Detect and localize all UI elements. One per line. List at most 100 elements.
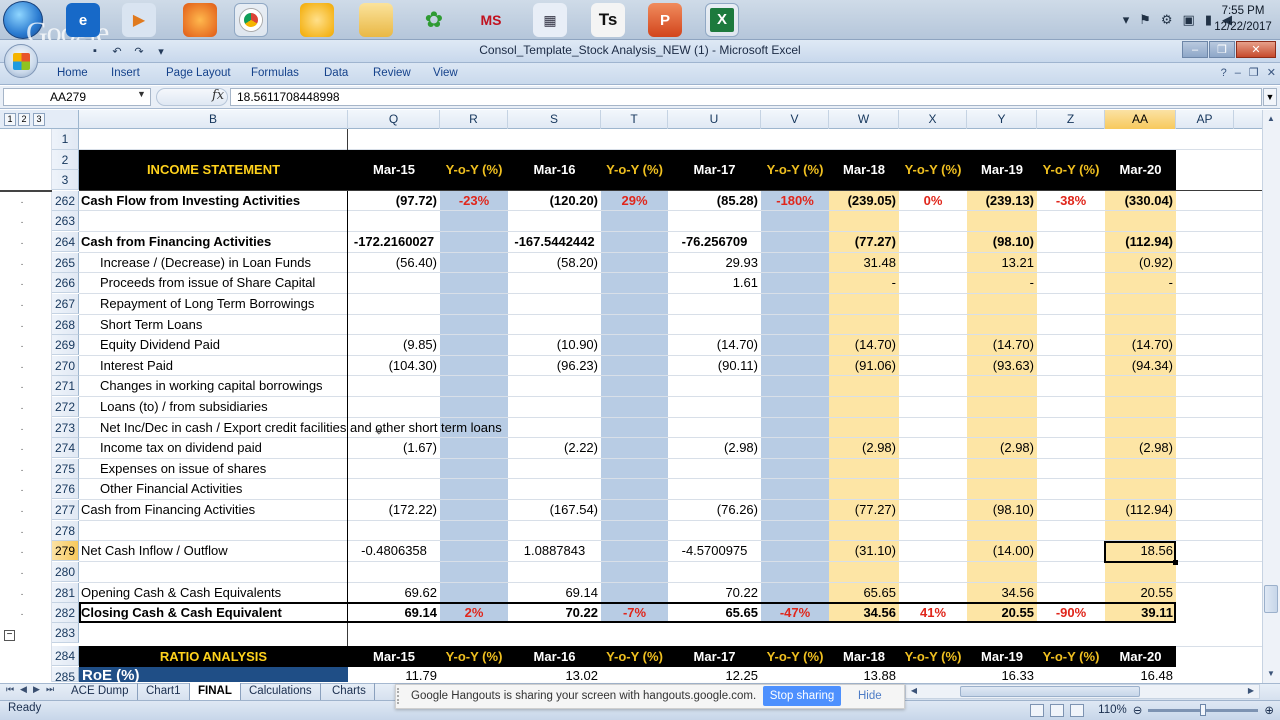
ms-app-icon[interactable]: MS [474, 3, 508, 37]
chrome-icon[interactable] [234, 3, 268, 37]
row-279-label[interactable]: Net Cash Inflow / Outflow [79, 541, 347, 561]
row-281-col-aa[interactable]: 20.55 [1105, 583, 1176, 603]
row-267-col-v[interactable] [761, 294, 829, 314]
network-icon[interactable]: ⚙ [1161, 12, 1173, 28]
row-266-label[interactable]: Proceeds from issue of Share Capital [79, 273, 347, 293]
row-262-col-q[interactable]: (97.72) [348, 191, 440, 211]
row-265-col-z[interactable] [1037, 253, 1105, 273]
row-272-label[interactable]: Loans (to) / from subsidiaries [79, 397, 347, 417]
row-267-col-q[interactable] [348, 294, 440, 314]
row-277-col-aa[interactable]: (112.94) [1105, 500, 1176, 520]
formula-input[interactable]: 18.5611708448998 [230, 88, 1262, 106]
row-275-col-w[interactable] [829, 459, 899, 479]
row-265-col-r[interactable] [440, 253, 508, 273]
scroll-up-icon[interactable]: ▲ [1263, 112, 1279, 126]
row-281-col-y[interactable]: 34.56 [967, 583, 1037, 603]
worksheet-grid[interactable]: INCOME STATEMENT Mar-15 Y-o-Y (%) Mar-16… [79, 129, 1262, 682]
row-268-col-aa[interactable] [1105, 315, 1176, 335]
row-265-col-y[interactable]: 13.21 [967, 253, 1037, 273]
outline-level-3[interactable]: 3 [33, 113, 45, 126]
row-279-col-x[interactable] [899, 541, 967, 561]
row-269-col-u[interactable]: (14.70) [668, 335, 761, 355]
row-273-col-z[interactable] [1037, 418, 1105, 438]
workbook-restore-icon[interactable]: ❐ [1249, 66, 1259, 79]
row-267-col-t[interactable] [601, 294, 668, 314]
column-header-x[interactable]: X [899, 110, 967, 129]
row-266-col-v[interactable] [761, 273, 829, 293]
row-282-col-s[interactable]: 70.22 [508, 603, 601, 623]
row-273-col-y[interactable] [967, 418, 1037, 438]
row-264-col-w[interactable]: (77.27) [829, 232, 899, 252]
row-279-col-y[interactable]: (14.00) [967, 541, 1037, 561]
row-272-col-s[interactable] [508, 397, 601, 417]
row-277-col-s[interactable]: (167.54) [508, 500, 601, 520]
row-279-col-q[interactable]: -0.4806358 [348, 541, 440, 561]
column-header-u[interactable]: U [668, 110, 761, 129]
name-box[interactable]: AA279 [3, 88, 151, 106]
row-282-label[interactable]: Closing Cash & Cash Equivalent [79, 603, 347, 623]
row-263-col-y[interactable] [967, 211, 1037, 231]
row-264-col-r[interactable] [440, 232, 508, 252]
tab-review[interactable]: Review [373, 67, 411, 79]
row-266-col-w[interactable]: - [829, 273, 899, 293]
scroll-right-icon[interactable]: ▶ [1243, 685, 1259, 697]
row-262-col-z[interactable]: -38% [1037, 191, 1105, 211]
row-271-col-w[interactable] [829, 376, 899, 396]
row-269-col-r[interactable] [440, 335, 508, 355]
row-278-col-w[interactable] [829, 521, 899, 541]
row-268-col-y[interactable] [967, 315, 1037, 335]
row-266-col-x[interactable] [899, 273, 967, 293]
tab-page-layout[interactable]: Page Layout [166, 67, 231, 79]
row-273-col-w[interactable] [829, 418, 899, 438]
row-268-col-z[interactable] [1037, 315, 1105, 335]
row-272-col-x[interactable] [899, 397, 967, 417]
row-275-col-t[interactable] [601, 459, 668, 479]
row-262-col-x[interactable]: 0% [899, 191, 967, 211]
row-273-col-q[interactable] [348, 418, 440, 438]
row-267-col-u[interactable] [668, 294, 761, 314]
stop-sharing-button[interactable]: Stop sharing [763, 686, 841, 706]
row-275-col-u[interactable] [668, 459, 761, 479]
row-282-col-y[interactable]: 20.55 [967, 603, 1037, 623]
outline-level-1[interactable]: 1 [4, 113, 16, 126]
row-272-col-w[interactable] [829, 397, 899, 417]
row-269-label[interactable]: Equity Dividend Paid [79, 335, 347, 355]
row-274-col-x[interactable] [899, 438, 967, 458]
row-280-col-z[interactable] [1037, 562, 1105, 582]
row-263-col-u[interactable] [668, 211, 761, 231]
row-273-col-t[interactable] [601, 418, 668, 438]
row-265-col-s[interactable]: (58.20) [508, 253, 601, 273]
row-272-col-t[interactable] [601, 397, 668, 417]
row-269-col-y[interactable]: (14.70) [967, 335, 1037, 355]
row-header-279[interactable]: 279 [52, 541, 79, 561]
row-281-col-t[interactable] [601, 583, 668, 603]
row-header-281[interactable]: 281 [52, 583, 79, 603]
normal-view-button[interactable] [1030, 703, 1045, 717]
row-281-col-x[interactable] [899, 583, 967, 603]
excel-icon[interactable]: X [705, 3, 739, 37]
page-break-view-button[interactable] [1070, 703, 1085, 717]
row-264-label[interactable]: Cash from Financing Activities [79, 232, 347, 252]
row-277-col-r[interactable] [440, 500, 508, 520]
sheet-tab-ace-dump[interactable]: ACE Dump [63, 683, 138, 700]
row-264-col-t[interactable] [601, 232, 668, 252]
row-274-col-v[interactable] [761, 438, 829, 458]
row-278-col-y[interactable] [967, 521, 1037, 541]
row-header-3[interactable]: 3 [52, 170, 79, 190]
row-280-col-aa[interactable] [1105, 562, 1176, 582]
active-cell-aa279[interactable] [1104, 541, 1176, 563]
collapse-group-button[interactable]: − [4, 630, 15, 641]
column-header-z[interactable]: Z [1037, 110, 1105, 129]
row-280-col-t[interactable] [601, 562, 668, 582]
row-278-col-r[interactable] [440, 521, 508, 541]
row-274-col-y[interactable]: (2.98) [967, 438, 1037, 458]
row-278-label[interactable] [79, 521, 347, 541]
row-269-col-w[interactable]: (14.70) [829, 335, 899, 355]
row-header-267[interactable]: 267 [52, 294, 79, 314]
row-282-col-w[interactable]: 34.56 [829, 603, 899, 623]
row-263-label[interactable] [79, 211, 347, 231]
row-272-col-r[interactable] [440, 397, 508, 417]
row-282-col-t[interactable]: -7% [601, 603, 668, 623]
firefox-icon[interactable] [183, 3, 217, 37]
ts-app-icon[interactable]: Ts [591, 3, 625, 37]
